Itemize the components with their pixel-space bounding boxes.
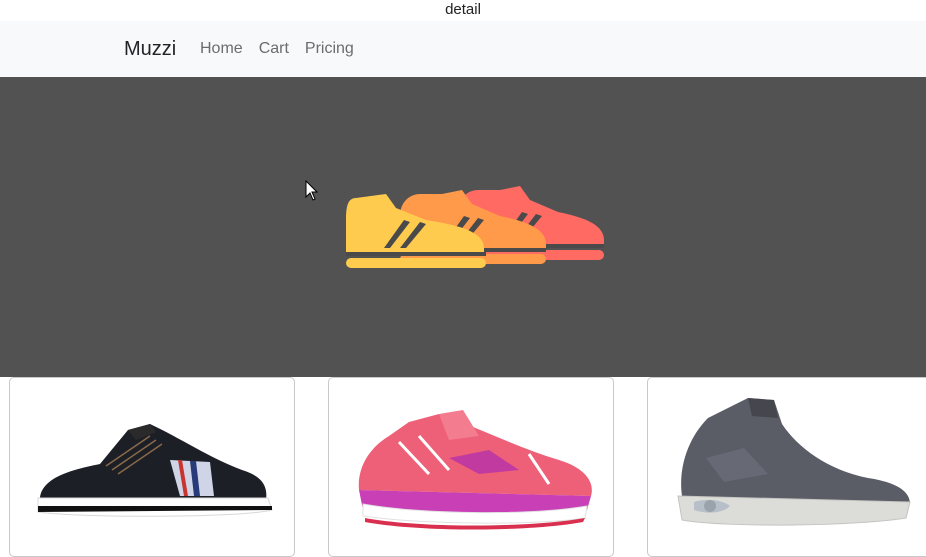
nav-link-cart[interactable]: Cart (259, 40, 289, 58)
nav-link-home[interactable]: Home (200, 40, 243, 58)
navbar-brand[interactable]: Muzzi (124, 38, 176, 61)
mouse-cursor-icon (305, 180, 319, 201)
window-title: detail (445, 1, 481, 18)
black-sneaker-image (37, 424, 273, 517)
product-card-1[interactable] (9, 377, 295, 557)
shoe-stack-icon (346, 186, 604, 268)
pink-running-shoe-image (358, 410, 592, 530)
nav-link-pricing[interactable]: Pricing (305, 40, 354, 58)
product-card-3[interactable] (647, 377, 926, 557)
nav-links: Home Cart Pricing (200, 40, 370, 58)
product-card-2[interactable] (328, 377, 614, 557)
grey-high-top-sneaker-image (677, 398, 911, 526)
hero-banner (0, 77, 926, 377)
navbar: Muzzi Home Cart Pricing (0, 21, 926, 77)
